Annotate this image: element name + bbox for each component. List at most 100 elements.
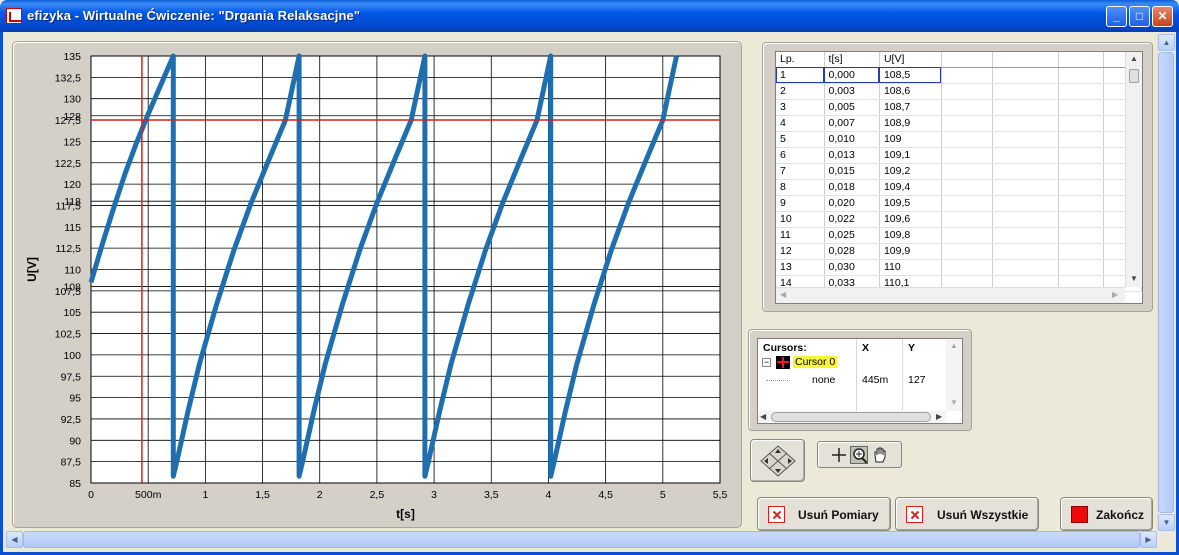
table-cell[interactable] [1058, 131, 1105, 148]
table-cell[interactable]: 109,1 [879, 147, 942, 164]
table-cell[interactable] [941, 259, 994, 276]
table-cell[interactable]: 0,020 [824, 195, 880, 212]
table-cell[interactable] [992, 179, 1060, 196]
cursor-horizontal-scrollbar[interactable]: ◀ ▶ [758, 411, 946, 423]
table-horizontal-scrollbar[interactable]: ◀ ▶ [776, 287, 1125, 303]
table-cell[interactable]: 109,8 [879, 227, 942, 244]
table-cell[interactable]: 0,007 [824, 115, 880, 132]
cursor-style-icon[interactable] [776, 356, 790, 369]
table-cell[interactable] [1058, 99, 1105, 116]
scroll-right-icon[interactable]: ▶ [1112, 290, 1118, 299]
table-cell[interactable]: 109,6 [879, 211, 942, 228]
table-row[interactable]: 7 0,015 109,2 [776, 163, 1142, 180]
cursor-scroll-thumb[interactable] [771, 412, 931, 422]
table-cell[interactable]: 109,9 [879, 243, 942, 260]
table-cell[interactable]: 11 [776, 227, 825, 244]
table-cell[interactable]: 0,000 [824, 67, 880, 84]
table-cell[interactable] [1058, 115, 1105, 132]
close-button[interactable]: ✕ [1152, 6, 1173, 27]
table-cell[interactable]: 0,010 [824, 131, 880, 148]
table-row[interactable]: 13 0,030 110 [776, 259, 1142, 276]
cursor-tool-icon[interactable] [830, 446, 848, 464]
table-cell[interactable]: 5 [776, 131, 825, 148]
window-horizontal-thumb[interactable] [23, 531, 1140, 548]
table-cell[interactable] [941, 211, 994, 228]
table-cell[interactable]: 0,028 [824, 243, 880, 260]
scroll-right-icon[interactable]: ▶ [1140, 531, 1157, 548]
remove-all-button[interactable]: Usuń Wszystkie [895, 497, 1039, 531]
table-cell[interactable]: 3 [776, 99, 825, 116]
table-row[interactable]: 6 0,013 109,1 [776, 147, 1142, 164]
table-cell[interactable] [992, 67, 1060, 84]
table-cell[interactable] [992, 147, 1060, 164]
scroll-up-icon[interactable]: ▲ [1130, 54, 1138, 63]
table-cell[interactable]: 0,025 [824, 227, 880, 244]
table-cell[interactable] [1058, 163, 1105, 180]
table-cell[interactable]: 10 [776, 211, 825, 228]
table-cell[interactable]: 108,5 [879, 67, 942, 84]
table-row[interactable]: 4 0,007 108,9 [776, 115, 1142, 132]
table-cell[interactable] [1058, 211, 1105, 228]
table-cell[interactable] [941, 83, 994, 100]
table-cell[interactable]: 1 [776, 67, 825, 84]
scroll-down-icon[interactable]: ▼ [1158, 514, 1175, 531]
scroll-up-icon[interactable]: ▲ [1158, 34, 1175, 51]
title-bar[interactable]: efizyka - Wirtualne Ćwiczenie: "Drgania … [0, 0, 1179, 32]
table-cell[interactable]: 4 [776, 115, 825, 132]
table-cell[interactable] [992, 195, 1060, 212]
table-cell[interactable]: 9 [776, 195, 825, 212]
table-cell[interactable]: 8 [776, 179, 825, 196]
table-cell[interactable]: 0,015 [824, 163, 880, 180]
measurements-table[interactable]: Lp. t[s] U[V] 1 0,000 108,5 2 0,003 108,6 3 0,005 1… [775, 51, 1143, 304]
collapse-icon[interactable]: − [762, 358, 771, 367]
table-row[interactable]: 11 0,025 109,8 [776, 227, 1142, 244]
table-cell[interactable]: 12 [776, 243, 825, 260]
table-cell[interactable] [1058, 83, 1105, 100]
table-cell[interactable] [1058, 243, 1105, 260]
window-horizontal-scrollbar[interactable]: ◀ ▶ [6, 531, 1157, 548]
table-cell[interactable] [1058, 227, 1105, 244]
table-cell[interactable]: 109,5 [879, 195, 942, 212]
table-cell[interactable]: 108,7 [879, 99, 942, 116]
table-cell[interactable] [1058, 179, 1105, 196]
table-row[interactable]: 12 0,028 109,9 [776, 243, 1142, 260]
table-cell[interactable] [941, 195, 994, 212]
table-cell[interactable] [1058, 147, 1105, 164]
table-cell[interactable]: 110 [879, 259, 942, 276]
scroll-down-icon[interactable]: ▼ [950, 398, 958, 407]
table-cell[interactable] [992, 83, 1060, 100]
table-cell[interactable]: 0,003 [824, 83, 880, 100]
pan-hand-icon[interactable] [871, 446, 889, 464]
table-cell[interactable] [941, 147, 994, 164]
table-row[interactable]: 1 0,000 108,5 [776, 67, 1142, 84]
table-cell[interactable]: 108,6 [879, 83, 942, 100]
table-cell[interactable] [992, 99, 1060, 116]
table-cell[interactable] [941, 243, 994, 260]
table-row[interactable]: 2 0,003 108,6 [776, 83, 1142, 100]
table-cell[interactable] [941, 115, 994, 132]
minimize-button[interactable]: _ [1106, 6, 1127, 27]
table-cell[interactable] [1058, 67, 1105, 84]
table-cell[interactable]: 6 [776, 147, 825, 164]
table-cell[interactable]: 0,022 [824, 211, 880, 228]
table-cell[interactable]: 0,013 [824, 147, 880, 164]
table-row[interactable]: 5 0,010 109 [776, 131, 1142, 148]
cursor-legend[interactable]: Cursors: X Y − Cursor 0 445m 127 none ▲ … [757, 338, 963, 424]
table-cell[interactable]: 0,030 [824, 259, 880, 276]
scroll-right-icon[interactable]: ▶ [936, 412, 942, 421]
table-cell[interactable] [941, 99, 994, 116]
maximize-button[interactable]: □ [1129, 6, 1150, 27]
waveform-chart[interactable]: 0 500m 1 1,5 2 2,5 3 3,5 4 4,5 5 5,5 85 87,5 90 92,5 95 9… [12, 41, 742, 528]
table-cell[interactable] [941, 227, 994, 244]
cursor-vertical-scrollbar[interactable]: ▲ ▼ [946, 339, 962, 411]
table-row[interactable]: 10 0,022 109,6 [776, 211, 1142, 228]
table-cell[interactable] [941, 163, 994, 180]
scroll-down-icon[interactable]: ▼ [1130, 274, 1138, 283]
table-row[interactable]: 8 0,018 109,4 [776, 179, 1142, 196]
table-cell[interactable]: 0,018 [824, 179, 880, 196]
table-cell[interactable] [992, 163, 1060, 180]
scroll-left-icon[interactable]: ◀ [6, 531, 23, 548]
remove-measurements-button[interactable]: Usuń Pomiary [757, 497, 891, 531]
cursor-name[interactable]: Cursor 0 [793, 356, 838, 368]
table-row[interactable]: 3 0,005 108,7 [776, 99, 1142, 116]
